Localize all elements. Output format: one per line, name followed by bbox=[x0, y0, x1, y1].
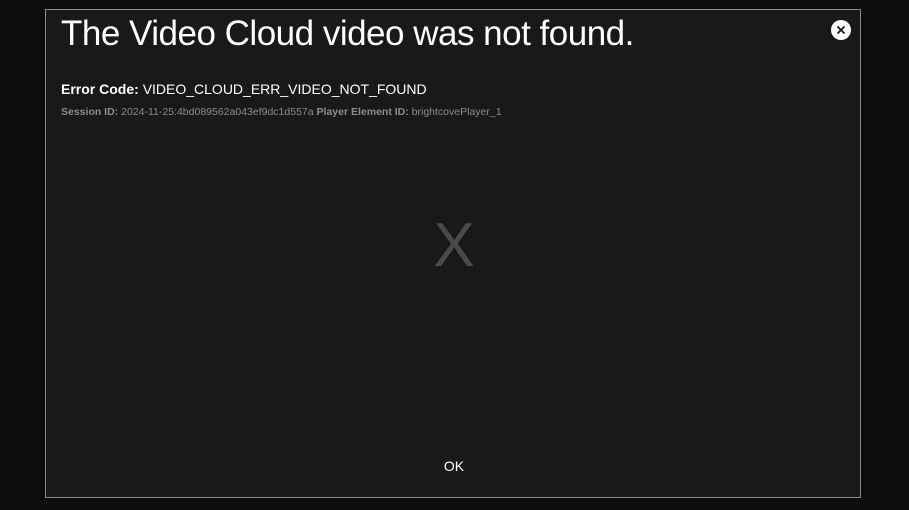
error-dialog: The Video Cloud video was not found. Err… bbox=[45, 9, 861, 498]
close-icon bbox=[837, 26, 845, 34]
video-player: The Video Cloud video was not found. Err… bbox=[0, 0, 909, 510]
session-info: Session ID: 2024-11-25:4bd089562a043ef9d… bbox=[61, 106, 502, 118]
player-element-id-label: Player Element ID: bbox=[316, 106, 409, 118]
ok-button[interactable]: OK bbox=[424, 455, 484, 477]
error-title: The Video Cloud video was not found. bbox=[61, 14, 634, 53]
session-id-value: 2024-11-25:4bd089562a043ef9dc1d557a bbox=[121, 106, 314, 118]
error-code-value: VIDEO_CLOUD_ERR_VIDEO_NOT_FOUND bbox=[142, 81, 427, 97]
player-element-id-value: brightcovePlayer_1 bbox=[411, 106, 502, 118]
session-id-label: Session ID: bbox=[61, 106, 119, 118]
error-code-label: Error Code: bbox=[61, 81, 139, 97]
error-code-line: Error Code: VIDEO_CLOUD_ERR_VIDEO_NOT_FO… bbox=[61, 81, 427, 97]
error-x-icon: X bbox=[433, 211, 475, 280]
close-button[interactable] bbox=[831, 20, 851, 40]
